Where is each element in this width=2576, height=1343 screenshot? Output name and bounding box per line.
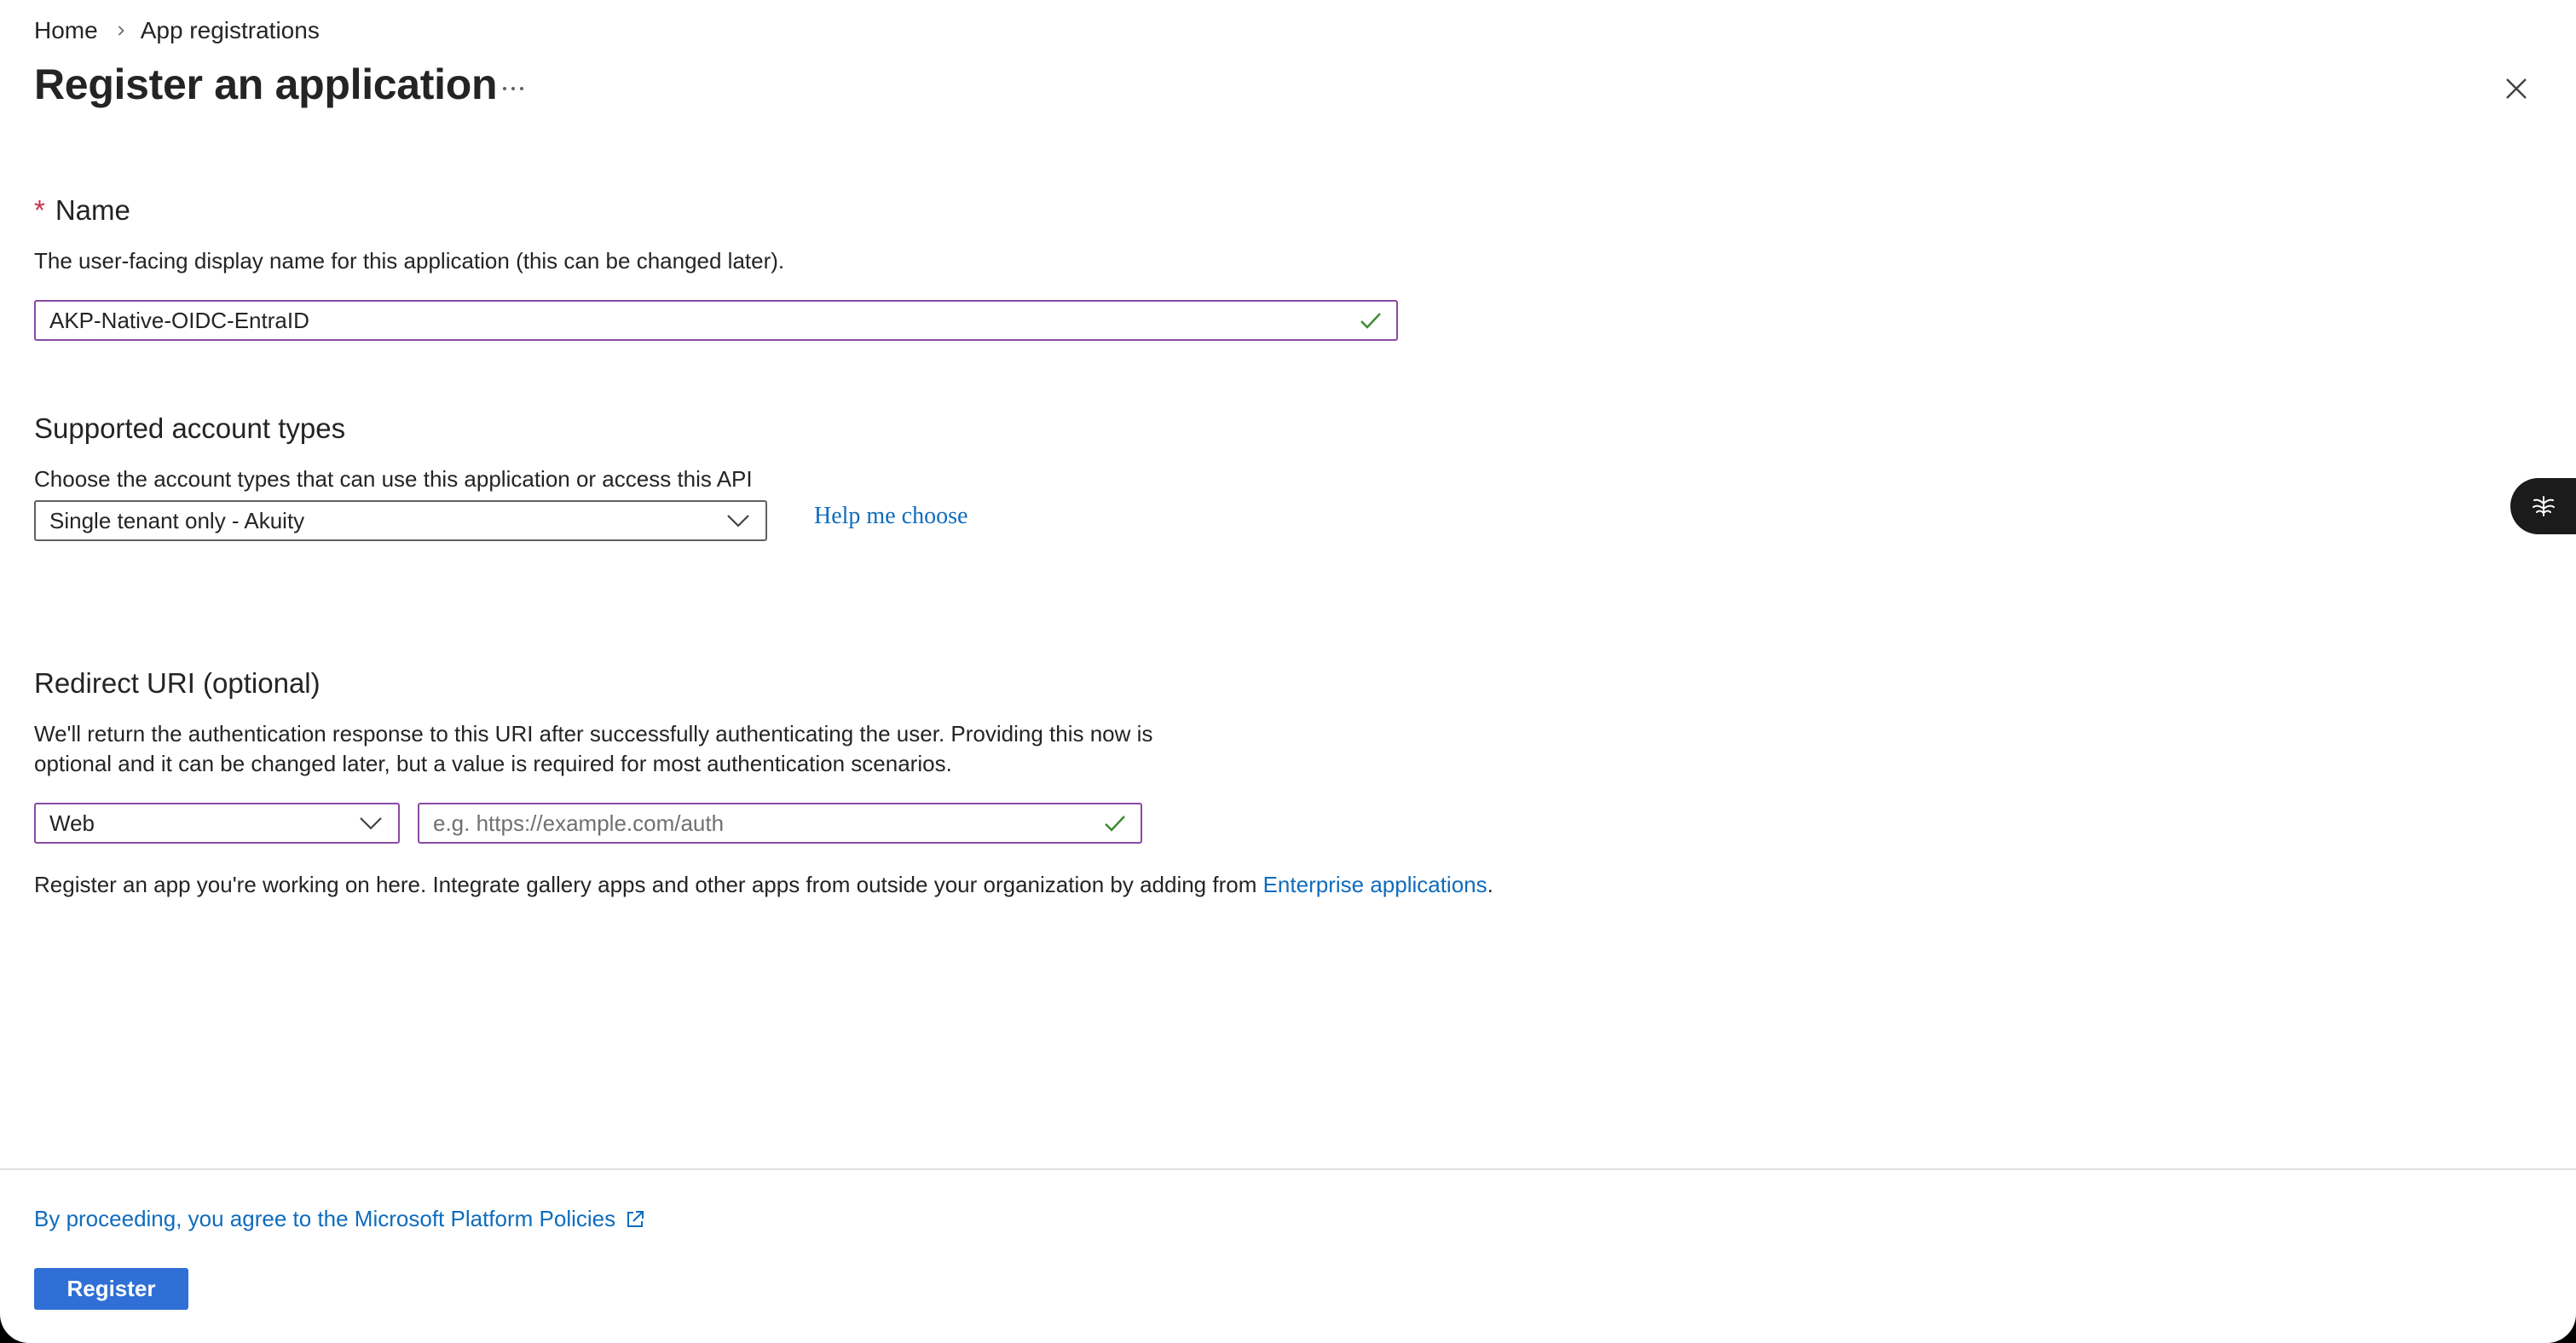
more-options-button[interactable] bbox=[496, 73, 530, 104]
breadcrumb-app-registrations[interactable]: App registrations bbox=[141, 17, 320, 44]
chevron-down-icon bbox=[725, 507, 752, 534]
redirect-uri-description-line1: We'll return the authentication response… bbox=[34, 721, 1153, 746]
external-link-icon bbox=[624, 1208, 646, 1231]
register-app-page: Home App registrations Register an appli… bbox=[0, 0, 2576, 1343]
breadcrumb-home[interactable]: Home bbox=[34, 17, 98, 44]
account-types-selected: Single tenant only - Akuity bbox=[49, 507, 305, 533]
enterprise-apps-info-text: Register an app you're working on here. … bbox=[34, 872, 1263, 897]
redirect-uri-description-line2: optional and it can be changed later, bu… bbox=[34, 751, 952, 776]
platform-dropdown[interactable]: Web bbox=[34, 803, 400, 844]
copilot-icon bbox=[2532, 496, 2555, 516]
checkmark-icon bbox=[1103, 811, 1127, 835]
name-label: * Name bbox=[34, 194, 130, 227]
name-label-text: Name bbox=[55, 194, 130, 226]
chevron-right-icon bbox=[115, 25, 127, 37]
platform-policies-link[interactable]: By proceeding, you agree to the Microsof… bbox=[34, 1206, 646, 1232]
platform-selected: Web bbox=[49, 810, 95, 836]
enterprise-applications-link[interactable]: Enterprise applications bbox=[1263, 872, 1487, 897]
chevron-down-icon bbox=[357, 810, 384, 837]
copilot-button[interactable] bbox=[2510, 478, 2576, 534]
enterprise-apps-info-suffix: . bbox=[1487, 872, 1493, 897]
page-title: Register an application bbox=[34, 61, 498, 108]
redirect-uri-input[interactable]: e.g. https://example.com/auth bbox=[418, 803, 1142, 844]
platform-policies-link-text[interactable]: By proceeding, you agree to the Microsof… bbox=[34, 1206, 615, 1232]
breadcrumb: Home App registrations bbox=[34, 15, 320, 46]
account-types-label: Supported account types bbox=[34, 412, 346, 444]
redirect-uri-placeholder[interactable]: e.g. https://example.com/auth bbox=[433, 810, 1103, 837]
more-icon bbox=[503, 87, 523, 90]
name-description: The user-facing display name for this ap… bbox=[34, 248, 785, 274]
close-button[interactable] bbox=[2498, 70, 2535, 107]
name-input[interactable]: AKP-Native-OIDC-EntraID bbox=[34, 300, 1398, 341]
close-icon bbox=[2506, 78, 2527, 99]
redirect-uri-label: Redirect URI (optional) bbox=[34, 667, 321, 699]
name-input-value[interactable]: AKP-Native-OIDC-EntraID bbox=[49, 308, 1359, 334]
enterprise-apps-info: Register an app you're working on here. … bbox=[34, 869, 1493, 900]
account-types-dropdown[interactable]: Single tenant only - Akuity bbox=[34, 500, 767, 541]
register-button[interactable]: Register bbox=[34, 1268, 188, 1310]
help-me-choose-link[interactable]: Help me choose bbox=[814, 503, 967, 530]
account-types-description: Choose the account types that can use th… bbox=[34, 466, 753, 492]
required-marker: * bbox=[34, 194, 45, 226]
checkmark-icon bbox=[1359, 308, 1383, 332]
footer-divider bbox=[0, 1168, 2576, 1170]
